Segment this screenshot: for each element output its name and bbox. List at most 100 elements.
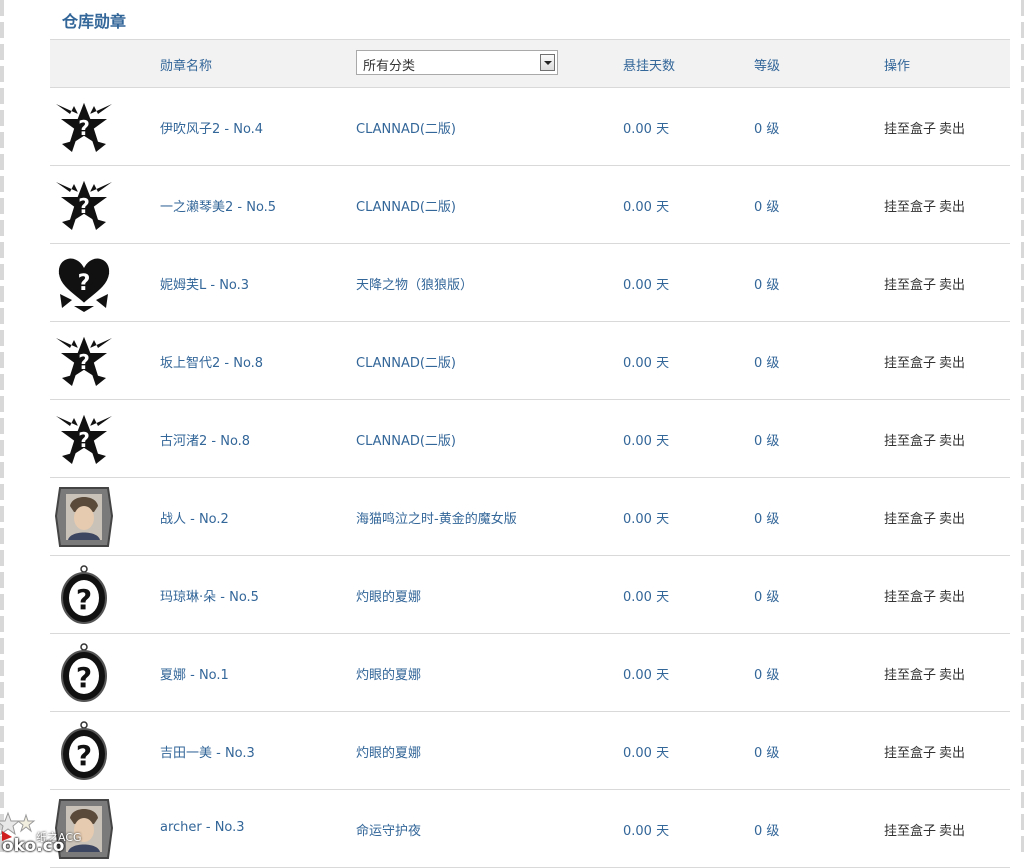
left-page-border (0, 0, 4, 857)
medal-level: 0 级 (754, 200, 780, 215)
sell-link[interactable]: 卖出 (939, 434, 965, 449)
sell-link[interactable]: 卖出 (939, 200, 965, 215)
medal-name[interactable]: 夏娜 - No.1 (160, 664, 229, 683)
svg-text:?: ? (78, 350, 90, 374)
medal-name[interactable]: 古河渚2 - No.8 (160, 430, 250, 449)
hang-to-box-link[interactable]: 挂至盒子 (884, 434, 936, 449)
winged-heart-badge-icon: ? (54, 252, 114, 314)
table-row: 战人 - No.2 海猫鸣泣之时-黄金的魔女版 0.00 天 0 级 挂至盒子 卖出 (50, 478, 1010, 556)
svg-text:?: ? (78, 271, 91, 296)
medal-category: CLANNAD(二版) (356, 434, 457, 449)
row-actions: 挂至盒子 卖出 (884, 742, 968, 761)
hang-to-box-link[interactable]: 挂至盒子 (884, 122, 936, 137)
table-row: ? 玛琼琳·朵 - No.5 灼眼的夏娜 0.00 天 0 级 挂至盒子 卖出 (50, 556, 1010, 634)
hang-to-box-link[interactable]: 挂至盒子 (884, 746, 936, 761)
category-select-value: 所有分类 (363, 59, 416, 74)
svg-text:?: ? (76, 661, 92, 694)
medal-hang-days: 0.00 天 (623, 746, 670, 761)
svg-text:?: ? (78, 116, 90, 140)
row-actions: 挂至盒子 卖出 (884, 586, 968, 605)
medal-level: 0 级 (754, 278, 780, 293)
table-row: ? 妮姆芙L - No.3 天降之物（狼狼版） 0.00 天 0 级 挂至盒子 卖出 (50, 244, 1010, 322)
row-actions: 挂至盒子 卖出 (884, 430, 968, 449)
medal-hang-days: 0.00 天 (623, 278, 670, 293)
table-header: 勋章名称 所有分类 悬挂天数 等级 操作 (50, 39, 1010, 88)
medal-level: 0 级 (754, 590, 780, 605)
chevron-down-icon[interactable] (540, 54, 555, 71)
row-actions: 挂至盒子 卖出 (884, 196, 968, 215)
medal-name[interactable]: 吉田一美 - No.3 (160, 742, 255, 761)
medal-category: CLANNAD(二版) (356, 200, 457, 215)
svg-text:?: ? (78, 428, 90, 452)
row-actions: 挂至盒子 卖出 (884, 664, 968, 683)
medal-level: 0 级 (754, 512, 780, 527)
oval-pendant-badge-icon: ? (54, 720, 114, 782)
winged-star-badge-icon: ? (54, 330, 114, 392)
table-row: ? 坂上智代2 - No.8 CLANNAD(二版) 0.00 天 0 级 挂至盒子 卖出 (50, 322, 1010, 400)
sell-link[interactable]: 卖出 (939, 590, 965, 605)
header-hang-days: 悬挂天数 (623, 59, 676, 74)
row-actions: 挂至盒子 卖出 (884, 352, 968, 371)
section-title: 仓库勋章 (62, 12, 127, 31)
medal-name[interactable]: 妮姆芙L - No.3 (160, 274, 249, 293)
medal-level: 0 级 (754, 122, 780, 137)
svg-text:?: ? (76, 739, 92, 772)
medal-hang-days: 0.00 天 (623, 824, 670, 839)
medal-category: 灼眼的夏娜 (356, 590, 422, 605)
table-row: ? 夏娜 - No.1 灼眼的夏娜 0.00 天 0 级 挂至盒子 卖出 (50, 634, 1010, 712)
sell-link[interactable]: 卖出 (939, 824, 965, 839)
medal-name[interactable]: 玛琼琳·朵 - No.5 (160, 586, 259, 605)
medal-name[interactable]: 战人 - No.2 (160, 508, 229, 527)
medal-category: 天降之物（狼狼版） (356, 278, 474, 293)
sell-link[interactable]: 卖出 (939, 278, 965, 293)
site-watermark: 纸之ACG oko.co (0, 807, 82, 857)
winged-star-badge-icon: ? (54, 408, 114, 470)
medal-level: 0 级 (754, 668, 780, 683)
hang-to-box-link[interactable]: 挂至盒子 (884, 278, 936, 293)
medal-name[interactable]: 坂上智代2 - No.8 (160, 352, 263, 371)
medal-name[interactable]: 伊吹风子2 - No.4 (160, 118, 263, 137)
sell-link[interactable]: 卖出 (939, 668, 965, 683)
winged-star-badge-icon: ? (54, 96, 114, 158)
sell-link[interactable]: 卖出 (939, 512, 965, 527)
row-actions: 挂至盒子 卖出 (884, 508, 968, 527)
medal-hang-days: 0.00 天 (623, 668, 670, 683)
medal-hang-days: 0.00 天 (623, 512, 670, 527)
hang-to-box-link[interactable]: 挂至盒子 (884, 200, 936, 215)
table-row: ? 一之濑琴美2 - No.5 CLANNAD(二版) 0.00 天 0 级 挂至盒子 卖出 (50, 166, 1010, 244)
winged-star-badge-icon: ? (54, 174, 114, 236)
medal-category: 命运守护夜 (356, 824, 422, 839)
medal-name[interactable]: archer - No.3 (160, 820, 245, 835)
medal-hang-days: 0.00 天 (623, 200, 670, 215)
sell-link[interactable]: 卖出 (939, 122, 965, 137)
oval-pendant-badge-icon: ? (54, 642, 114, 704)
medal-category: 灼眼的夏娜 (356, 668, 422, 683)
medal-category: CLANNAD(二版) (356, 122, 457, 137)
svg-text:?: ? (76, 583, 92, 616)
medal-level: 0 级 (754, 356, 780, 371)
medal-category: CLANNAD(二版) (356, 356, 457, 371)
hang-to-box-link[interactable]: 挂至盒子 (884, 824, 936, 839)
hang-to-box-link[interactable]: 挂至盒子 (884, 668, 936, 683)
header-operations: 操作 (884, 59, 911, 74)
medal-name[interactable]: 一之濑琴美2 - No.5 (160, 196, 276, 215)
sell-link[interactable]: 卖出 (939, 356, 965, 371)
medal-hang-days: 0.00 天 (623, 122, 670, 137)
medal-level: 0 级 (754, 434, 780, 449)
table-row: ? 古河渚2 - No.8 CLANNAD(二版) 0.00 天 0 级 挂至盒子 卖出 (50, 400, 1010, 478)
medal-hang-days: 0.00 天 (623, 434, 670, 449)
hang-to-box-link[interactable]: 挂至盒子 (884, 512, 936, 527)
table-row: ? 伊吹风子2 - No.4 CLANNAD(二版) 0.00 天 0 级 挂至盒子 卖出 (50, 88, 1010, 166)
sell-link[interactable]: 卖出 (939, 746, 965, 761)
table-row: ? 吉田一美 - No.3 灼眼的夏娜 0.00 天 0 级 挂至盒子 卖出 (50, 712, 1010, 790)
hang-to-box-link[interactable]: 挂至盒子 (884, 356, 936, 371)
hang-to-box-link[interactable]: 挂至盒子 (884, 590, 936, 605)
row-actions: 挂至盒子 卖出 (884, 274, 968, 293)
watermark-text-bottom: oko.co (2, 836, 65, 856)
table-row: archer - No.3 命运守护夜 0.00 天 0 级 挂至盒子 卖出 (50, 790, 1010, 868)
portrait-badge-icon (54, 486, 114, 548)
medal-category: 海猫鸣泣之时-黄金的魔女版 (356, 512, 517, 527)
category-select[interactable]: 所有分类 (356, 50, 558, 75)
medal-hang-days: 0.00 天 (623, 356, 670, 371)
medal-category: 灼眼的夏娜 (356, 746, 422, 761)
